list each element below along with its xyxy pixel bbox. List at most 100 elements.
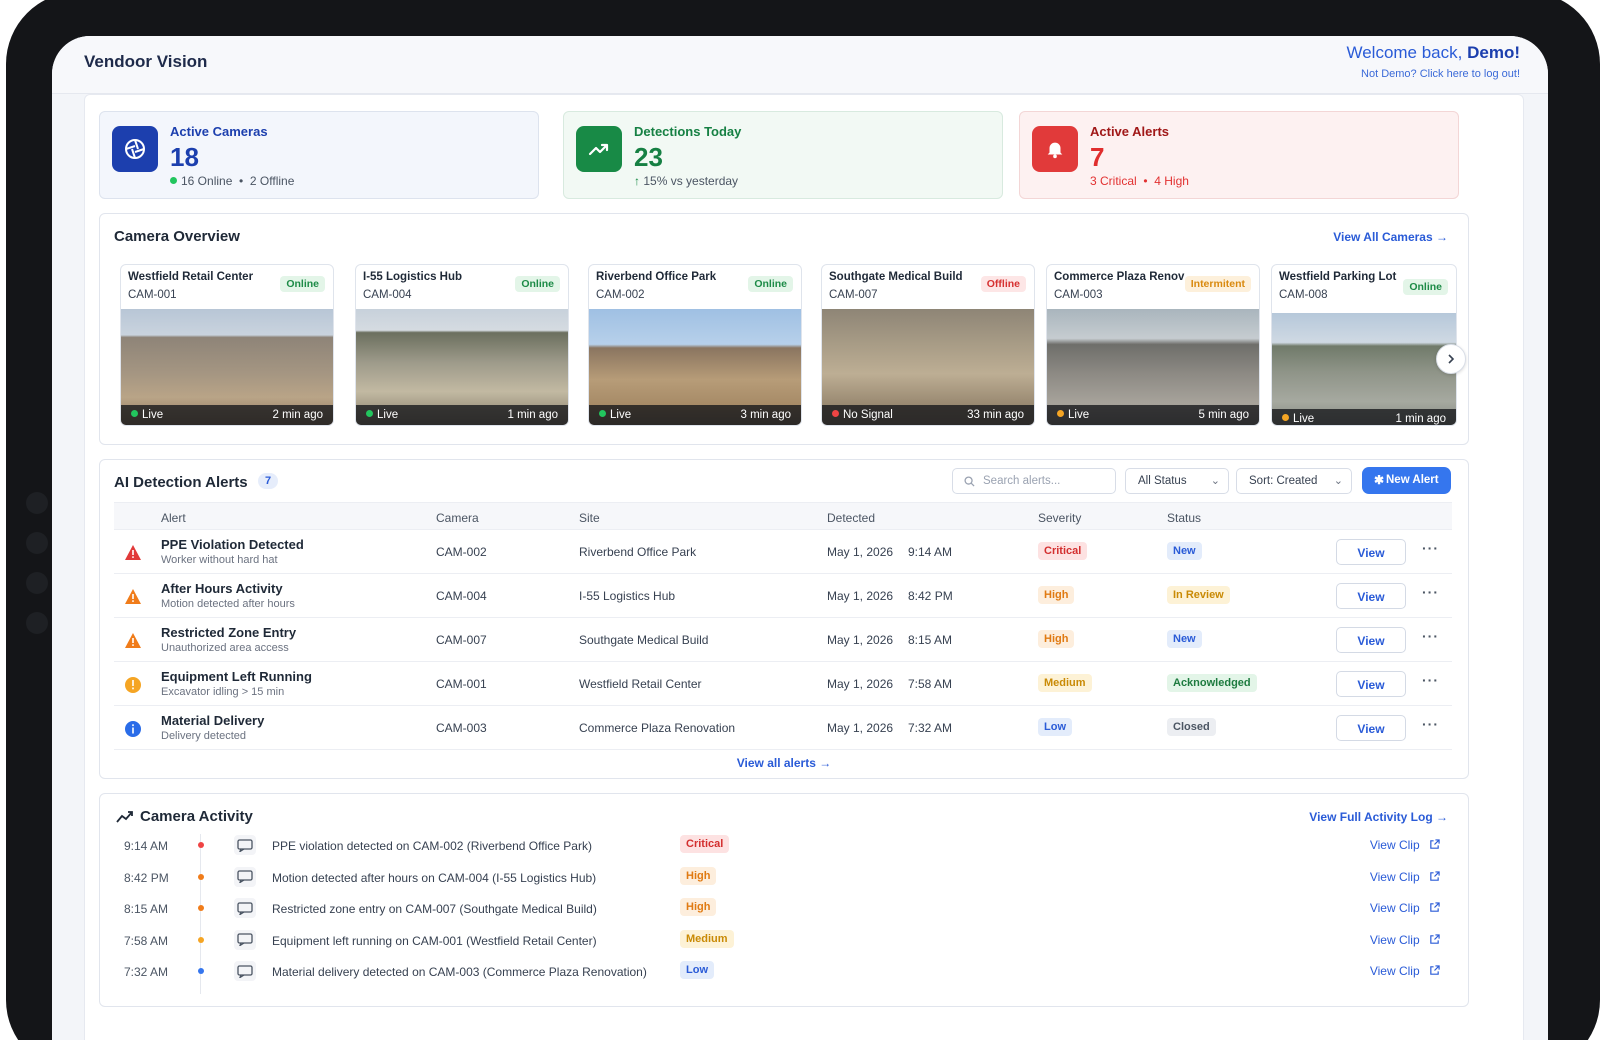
alert-time: 9:14 AM: [908, 545, 953, 559]
camera-status-badge: Online: [1403, 279, 1448, 295]
status-filter-select[interactable]: All Status ⌄: [1125, 468, 1229, 494]
stat-card-cameras[interactable]: Active Cameras 18 16 Online • 2 Offline: [99, 111, 539, 199]
feed-dot-icon: [599, 410, 606, 417]
view-full-activity-link[interactable]: View Full Activity Log →: [1309, 810, 1448, 824]
app-logo[interactable]: Vendoor Vision: [84, 52, 207, 72]
view-clip-link[interactable]: View Clip: [1370, 933, 1440, 947]
camera-feed-thumbnail[interactable]: Live 5 min ago: [1047, 309, 1259, 425]
stat-card-alerts[interactable]: Active Alerts 7 3 Critical • 4 High: [1019, 111, 1459, 199]
col-site[interactable]: Site: [579, 511, 600, 525]
more-options-icon[interactable]: ···: [1422, 628, 1439, 644]
severity-badge: High: [1038, 630, 1075, 648]
activity-item[interactable]: 8:42 PM Motion detected after hours on CA…: [114, 862, 1452, 893]
view-alert-button[interactable]: View: [1336, 671, 1406, 697]
alert-row[interactable]: Equipment Left Running Excavator idling >…: [114, 662, 1452, 706]
bell-icon: [1032, 126, 1078, 172]
camera-card[interactable]: Westfield Retail Center CAM-001 Online Live…: [120, 264, 334, 426]
feed-label: Live: [1293, 413, 1315, 425]
camera-card[interactable]: Riverbend Office Park CAM-002 Online Live 3 …: [588, 264, 802, 426]
more-options-icon[interactable]: ···: [1422, 584, 1439, 600]
more-options-icon[interactable]: ···: [1422, 672, 1439, 688]
external-link-icon: [1420, 964, 1440, 978]
separator: •: [1143, 174, 1148, 188]
view-clip-link[interactable]: View Clip: [1370, 870, 1440, 884]
stat-label: Detections Today: [634, 124, 742, 139]
view-alert-button[interactable]: View: [1336, 715, 1406, 741]
sort-select[interactable]: Sort: Created ⌄: [1236, 468, 1352, 494]
col-status[interactable]: Status: [1167, 511, 1201, 525]
activity-title: Camera Activity: [140, 808, 253, 825]
status-badge: New: [1167, 542, 1202, 560]
severity-badge: Medium: [680, 929, 734, 948]
view-all-alerts-link[interactable]: View all alerts →: [100, 756, 1468, 770]
more-options-icon[interactable]: ···: [1422, 716, 1439, 732]
external-link-icon: [1420, 838, 1440, 852]
view-clip-link[interactable]: View Clip: [1370, 838, 1440, 852]
camera-id: CAM-003: [1054, 289, 1103, 301]
alert-row[interactable]: After Hours Activity Motion detected afte…: [114, 574, 1452, 618]
activity-message: Material delivery detected on CAM-003 (C…: [272, 965, 647, 979]
alert-time: 7:32 AM: [908, 721, 953, 735]
activity-item[interactable]: 7:58 AM Equipment left running on CAM-001…: [114, 925, 1452, 956]
col-detected[interactable]: Detected: [827, 511, 875, 525]
feed-dot-icon: [1282, 414, 1289, 421]
more-options-icon[interactable]: ···: [1422, 540, 1439, 556]
logout-link[interactable]: Not Demo? Click here to log out!: [1346, 68, 1520, 80]
col-alert[interactable]: Alert: [161, 511, 186, 525]
camera-overview-title: Camera Overview: [114, 228, 240, 245]
camera-feed-thumbnail[interactable]: No Signal 33 min ago: [822, 309, 1034, 425]
timeline-dot-icon: [198, 968, 204, 974]
activity-time: 9:14 AM: [124, 839, 169, 853]
view-alert-button[interactable]: View: [1336, 627, 1406, 653]
col-camera[interactable]: Camera: [436, 511, 479, 525]
alert-row[interactable]: PPE Violation Detected Worker without har…: [114, 530, 1452, 574]
camera-status-badge: Online: [280, 276, 325, 292]
activity-item[interactable]: 7:32 AM Material delivery detected on CAM…: [114, 956, 1452, 987]
view-alert-button[interactable]: View: [1336, 583, 1406, 609]
camera-feed-thumbnail[interactable]: Live 3 min ago: [589, 309, 801, 425]
activity-item[interactable]: 8:15 AM Restricted zone entry on CAM-007 …: [114, 893, 1452, 924]
clip-label: View Clip: [1369, 901, 1420, 915]
stat-card-detections[interactable]: Detections Today 23 ↑ 15% vs yesterday: [563, 111, 1003, 199]
view-alert-button[interactable]: View: [1336, 539, 1406, 565]
alert-row[interactable]: Material Delivery Delivery detected CAM-00…: [114, 706, 1452, 750]
alert-camera: CAM-003: [436, 721, 487, 735]
top-bar: Vendoor Vision Welcome back, Demo! Not D…: [52, 36, 1548, 94]
camera-card[interactable]: I-55 Logistics Hub CAM-004 Online Live 1 min…: [355, 264, 569, 426]
camera-feed-thumbnail[interactable]: Live 1 min ago: [1272, 313, 1456, 425]
trend-up-icon: [576, 126, 622, 172]
alert-time: 7:58 AM: [908, 677, 953, 691]
new-alert-button[interactable]: ✱ New Alert: [1362, 467, 1451, 494]
camera-id: CAM-004: [363, 289, 412, 301]
camera-message-icon: [234, 929, 256, 950]
select-value: All Status: [1138, 475, 1187, 487]
camera-feed-thumbnail[interactable]: Live 2 min ago: [121, 309, 333, 425]
carousel-next-button[interactable]: [1436, 344, 1466, 374]
view-clip-link[interactable]: View Clip: [1370, 901, 1440, 915]
camera-card[interactable]: Commerce Plaza Renov CAM-003 Intermitent Li…: [1046, 264, 1260, 426]
camera-feed-status-bar: Live 5 min ago: [1047, 405, 1259, 425]
main-content: Active Cameras 18 16 Online • 2 Offline …: [84, 94, 1524, 1040]
stat-value: 18: [170, 142, 199, 172]
feed-state: No Signal: [832, 409, 893, 421]
camera-card[interactable]: Southgate Medical Build CAM-007 Offline No …: [821, 264, 1035, 426]
camera-card[interactable]: Westfield Parking Lot CAM-008 Online Live 1 …: [1271, 264, 1457, 426]
camera-shutter-icon: [112, 126, 158, 172]
warning-orange-icon: [124, 588, 142, 606]
clip-label: View Clip: [1369, 838, 1420, 852]
arrow-up-icon: ↑: [634, 174, 640, 188]
alert-camera: CAM-007: [436, 633, 487, 647]
chevron-down-icon: ⌄: [1333, 475, 1343, 487]
alert-row[interactable]: Restricted Zone Entry Unauthorized area a…: [114, 618, 1452, 662]
feed-label: Live: [1068, 409, 1090, 421]
activity-item[interactable]: 9:14 AM PPE violation detected on CAM-002…: [114, 830, 1452, 861]
camera-feed-thumbnail[interactable]: Live 1 min ago: [356, 309, 568, 425]
view-clip-link[interactable]: View Clip: [1370, 964, 1440, 978]
feed-dot-icon: [131, 410, 138, 417]
view-all-cameras-link[interactable]: View All Cameras →: [1333, 230, 1448, 244]
alerts-search-input[interactable]: Search alerts...: [952, 468, 1116, 494]
activity-message: PPE violation detected on CAM-002 (River…: [272, 839, 592, 853]
arrow-right-icon: →: [1436, 230, 1448, 244]
col-severity[interactable]: Severity: [1038, 511, 1081, 525]
feed-updated: 1 min ago: [1395, 413, 1446, 425]
